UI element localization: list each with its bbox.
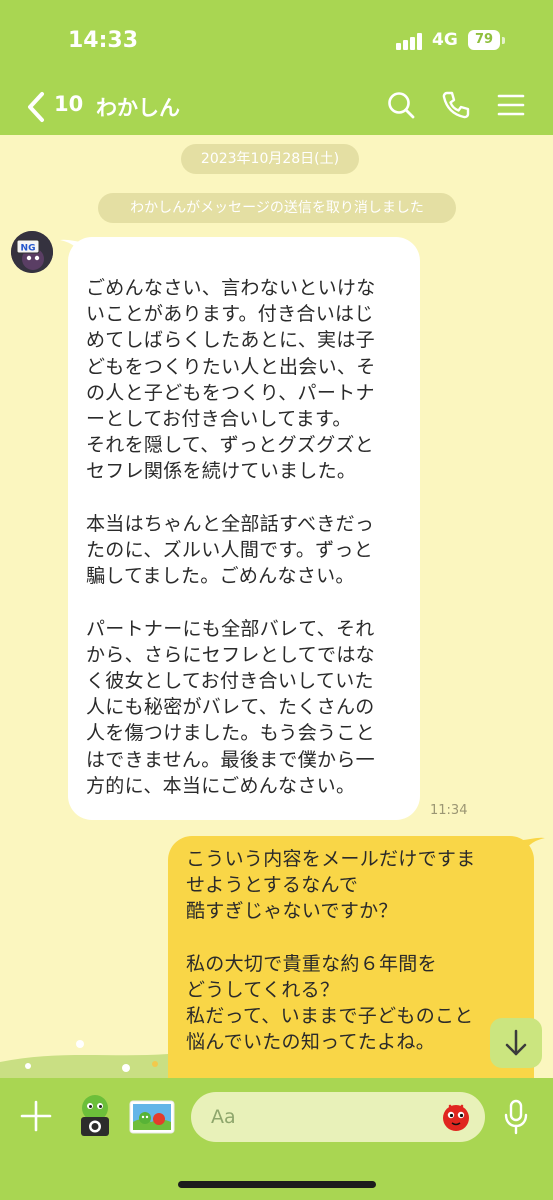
chat-title: わかしん [96,96,180,120]
date-separator: 2023年10月28日(土) [181,144,359,174]
sticker-icon[interactable] [441,1101,471,1133]
phone-icon[interactable] [441,90,471,120]
cellular-signal-icon [396,32,426,50]
avatar[interactable]: NG [11,231,53,273]
avatar-image: NG [11,231,53,273]
microphone-icon[interactable] [503,1099,529,1135]
home-indicator [178,1181,376,1188]
back-chevron-icon[interactable] [24,90,50,124]
message-paragraph: 本当はちゃんと全部話すべきだっ たのに、ズルい人間です。ずっと 騙してました。ご… [86,512,375,588]
battery-level: 79 [468,30,500,50]
incoming-message-text: ごめんなさい、言わないといけな いことがあります。付き合いはじ めてしばらくした… [86,275,410,799]
search-icon[interactable] [386,90,416,120]
message-paragraph: ごめんなさい、言わないといけな いことがあります。付き合いはじ めてしばらくした… [86,277,376,483]
message-timestamp: 11:34 [430,803,468,818]
photo-icon[interactable] [129,1100,175,1134]
camera-icon[interactable] [76,1092,114,1138]
message-paragraph: こういう内容をメールだけですま せようとするなんで 酷すぎじゃないですか？ [186,848,476,923]
message-paragraph: パートナーにも全部バレて、それ から、さらにセフレとしてではな く彼女としてお付… [86,617,375,797]
unread-count[interactable]: 10 [54,92,83,116]
battery-tip [502,37,505,44]
menu-icon[interactable] [496,90,526,120]
network-type: 4G [432,30,458,50]
avatar-badge: NG [21,244,36,254]
plus-icon[interactable] [20,1100,52,1132]
scroll-to-bottom-button[interactable] [490,1018,542,1068]
unsend-notice: わかしんがメッセージの送信を取り消しました [98,193,456,223]
status-time: 14:33 [68,28,139,53]
arrow-down-icon [505,1029,527,1056]
outgoing-message-text: こういう内容をメールだけですま せようとするなんで 酷すぎじゃないですか？ 私の… [186,846,526,1056]
